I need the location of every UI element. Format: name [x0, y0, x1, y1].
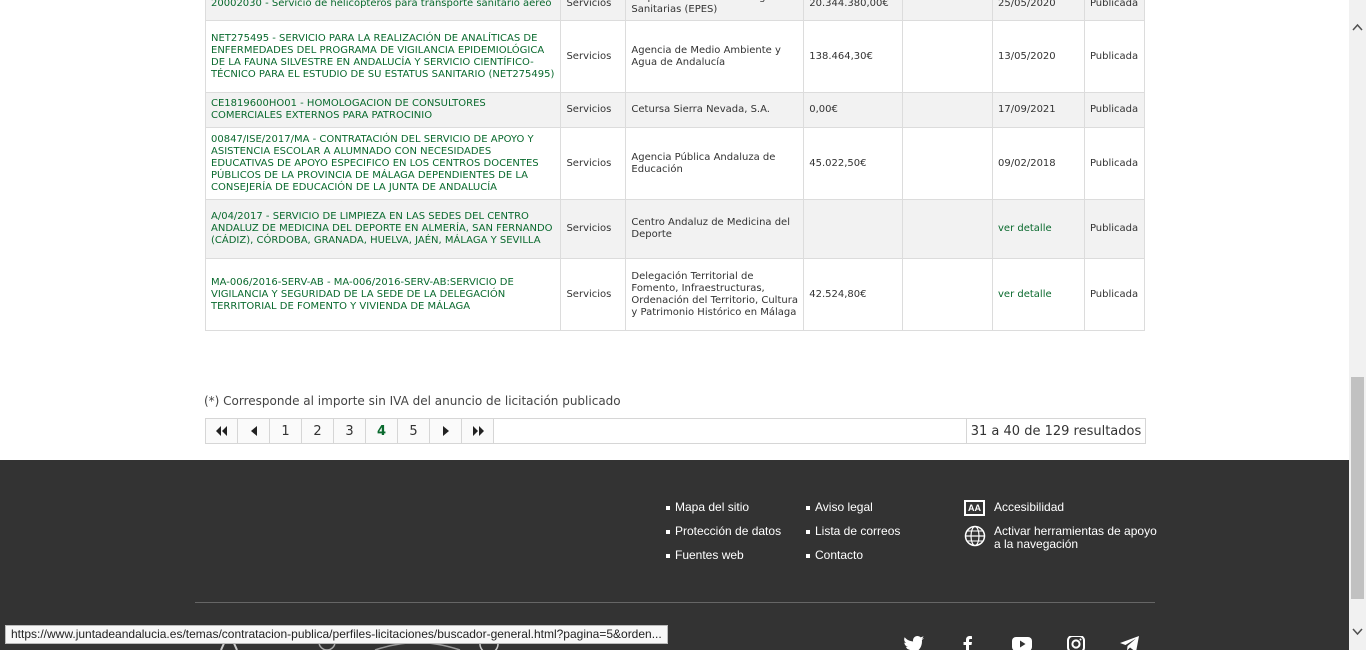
navigation-tools-label: Activar herramientas de apoyo a la naveg… — [994, 524, 1157, 551]
pagination: 1 2 3 4 5 31 a 40 de 129 resultados — [205, 418, 1146, 444]
tender-status: Publicada — [1083, 20, 1146, 93]
contract-type: Servicios — [560, 127, 627, 200]
page-link-5[interactable]: 5 — [397, 418, 429, 444]
contract-type: Servicios — [560, 0, 627, 21]
page-link-3[interactable]: 3 — [333, 418, 365, 444]
tender-amount: 0,00€ — [803, 92, 904, 128]
results-count: 31 a 40 de 129 resultados — [966, 418, 1146, 444]
empty-cell — [902, 258, 994, 331]
footer-divider — [195, 602, 1155, 603]
globe-icon — [964, 525, 986, 550]
contracting-body: Agencia de Medio Ambiente y Agua de Anda… — [625, 20, 805, 93]
contracting-body: Cetursa Sierra Nevada, S.A. — [625, 92, 805, 128]
publication-date: 25/05/2020 — [992, 0, 1085, 21]
double-chevron-left-icon — [215, 426, 227, 436]
footer-links-col1: Mapa del sitio Protección de datos Fuent… — [666, 500, 781, 572]
page-link-1[interactable]: 1 — [269, 418, 301, 444]
tender-status: Publicada — [1083, 127, 1146, 200]
accessibility-label: Accesibilidad — [994, 500, 1065, 514]
tender-title-link[interactable]: CE1819600HO01 - HOMOLOGACION DE CONSULTO… — [204, 92, 562, 128]
chevron-left-icon — [250, 426, 257, 436]
page-link-2[interactable]: 2 — [301, 418, 333, 444]
tender-title-link[interactable]: MA-006/2016-SERV-AB - MA-006/2016-SERV-A… — [204, 258, 562, 331]
footer-links-col2: Aviso legal Lista de correos Contacto — [806, 500, 900, 572]
prev-page-button[interactable] — [237, 418, 269, 444]
site-footer: Mapa del sitio Protección de datos Fuent… — [0, 460, 1349, 650]
empty-cell — [902, 199, 994, 259]
tender-amount: 138.464,30€ — [803, 20, 904, 93]
contracting-body: Agencia Pública Andaluza de Educación — [625, 127, 805, 200]
aa-icon: AA — [964, 500, 985, 516]
footer-link-privacy[interactable]: Protección de datos — [666, 524, 781, 548]
facebook-icon[interactable] — [958, 636, 978, 650]
empty-cell — [902, 0, 994, 21]
tender-amount: 42.524,80€ — [803, 258, 904, 331]
footer-link-sitemap[interactable]: Mapa del sitio — [666, 500, 781, 524]
youtube-icon[interactable] — [1012, 636, 1032, 650]
first-page-button[interactable] — [205, 418, 237, 444]
page-link-4[interactable]: 4 — [365, 418, 397, 444]
double-chevron-right-icon — [472, 426, 484, 436]
footer-link-contact[interactable]: Contacto — [806, 548, 900, 572]
chevron-right-icon — [442, 426, 449, 436]
publication-date: 17/09/2021 — [992, 92, 1085, 128]
telegram-icon[interactable] — [1120, 636, 1140, 650]
table-row: 00847/ISE/2017/MA - CONTRATACIÓN DEL SER… — [204, 127, 1146, 200]
table-row: 20002030 - Servicio de helicópteros para… — [204, 0, 1146, 21]
contract-type: Servicios — [560, 258, 627, 331]
publication-date: 09/02/2018 — [992, 127, 1085, 200]
scroll-up-icon[interactable] — [1352, 18, 1363, 31]
contracting-body: Empresa Pública de Emergencias Sanitaria… — [625, 0, 805, 21]
footer-link-legal[interactable]: Aviso legal — [806, 500, 900, 524]
instagram-icon[interactable] — [1066, 635, 1086, 650]
tender-amount: 45.022,50€ — [803, 127, 904, 200]
link-status-bar: https://www.juntadeandalucia.es/temas/co… — [5, 625, 668, 644]
ver-detalle-link[interactable]: ver detalle — [992, 199, 1085, 259]
footnote: (*) Corresponde al importe sin IVA del a… — [204, 394, 621, 408]
table-row: MA-006/2016-SERV-AB - MA-006/2016-SERV-A… — [204, 258, 1146, 331]
tender-status: Publicada — [1083, 0, 1146, 21]
ver-detalle-link[interactable]: ver detalle — [992, 258, 1085, 331]
results-table: 20002030 - Servicio de helicópteros para… — [204, 0, 1146, 331]
tender-amount — [803, 199, 904, 259]
social-links — [904, 635, 1140, 650]
tender-title-link[interactable]: NET275495 - SERVICIO PARA LA REALIZACIÓN… — [204, 20, 562, 93]
tender-status: Publicada — [1083, 258, 1146, 331]
vertical-scrollbar[interactable] — [1349, 0, 1366, 650]
scrollbar-thumb[interactable] — [1351, 377, 1364, 599]
contract-type: Servicios — [560, 20, 627, 93]
publication-date: 13/05/2020 — [992, 20, 1085, 93]
table-row: A/04/2017 - SERVICIO DE LIMPIEZA EN LAS … — [204, 199, 1146, 259]
tender-title-link[interactable]: 00847/ISE/2017/MA - CONTRATACIÓN DEL SER… — [204, 127, 562, 200]
tender-status: Publicada — [1083, 199, 1146, 259]
pager-spacer — [493, 418, 966, 444]
footer-link-mailing[interactable]: Lista de correos — [806, 524, 900, 548]
table-row: CE1819600HO01 - HOMOLOGACION DE CONSULTO… — [204, 92, 1146, 128]
tender-title-link[interactable]: 20002030 - Servicio de helicópteros para… — [204, 0, 562, 21]
contracting-body: Delegación Territorial de Fomento, Infra… — [625, 258, 805, 331]
contract-type: Servicios — [560, 92, 627, 128]
table-row: NET275495 - SERVICIO PARA LA REALIZACIÓN… — [204, 20, 1146, 93]
tender-title-link[interactable]: A/04/2017 - SERVICIO DE LIMPIEZA EN LAS … — [204, 199, 562, 259]
empty-cell — [902, 20, 994, 93]
tender-status: Publicada — [1083, 92, 1146, 128]
twitter-icon[interactable] — [904, 636, 924, 650]
tender-amount: 20.344.380,00€ — [803, 0, 904, 21]
next-page-button[interactable] — [429, 418, 461, 444]
contract-type: Servicios — [560, 199, 627, 259]
last-page-button[interactable] — [461, 418, 493, 444]
contracting-body: Centro Andaluz de Medicina del Deporte — [625, 199, 805, 259]
empty-cell — [902, 127, 994, 200]
empty-cell — [902, 92, 994, 128]
scroll-down-icon[interactable] — [1352, 622, 1363, 636]
footer-link-feeds[interactable]: Fuentes web — [666, 548, 781, 572]
